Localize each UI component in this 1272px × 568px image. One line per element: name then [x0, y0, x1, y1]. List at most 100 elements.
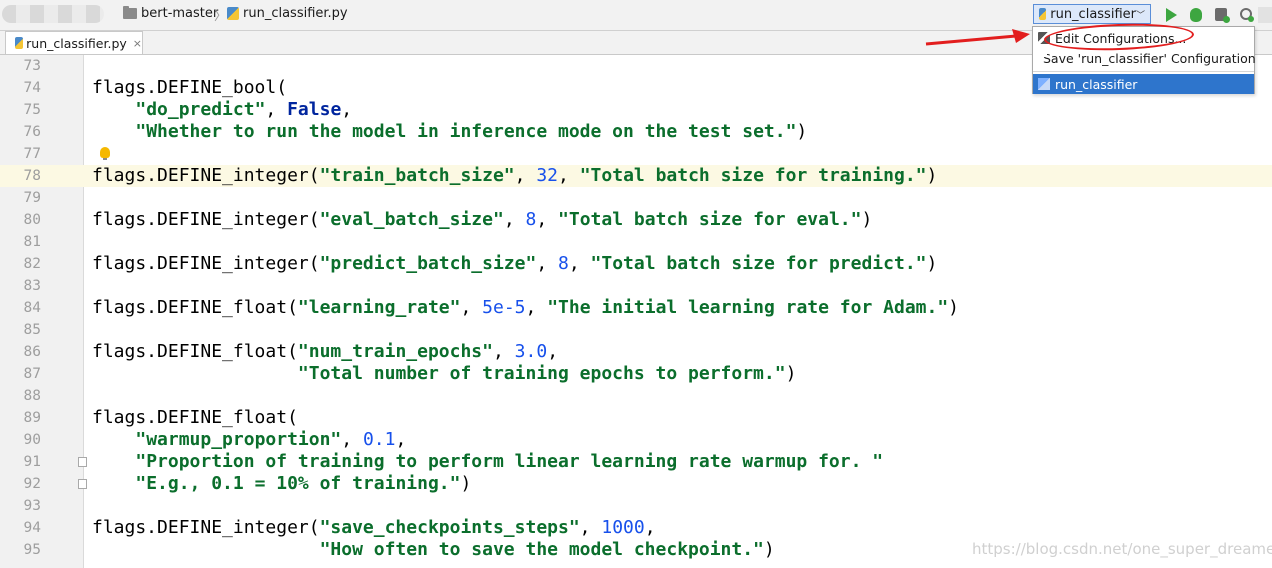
fold-marker-icon[interactable]	[78, 457, 87, 467]
code-token: ,	[265, 99, 288, 120]
code-token: )	[948, 297, 960, 318]
breadcrumb-project[interactable]: bert-master	[123, 6, 218, 21]
code-token: "E.g., 0.1 = 10% of training."	[135, 473, 461, 494]
code-token: ,	[536, 209, 559, 230]
line-number: 88	[23, 388, 41, 404]
lightbulb-icon[interactable]	[100, 147, 110, 160]
code-token: flags.DEFINE_float(	[92, 341, 298, 362]
line-number: 77	[23, 146, 41, 162]
dropdown-divider	[1033, 71, 1254, 72]
code-token: 8	[558, 253, 569, 274]
code-token: ,	[503, 209, 526, 230]
code-token: ,	[525, 297, 548, 318]
code-token: "Proportion of training to perform linea…	[135, 451, 884, 472]
close-icon[interactable]: ×	[133, 37, 142, 50]
code-line: flags.DEFINE_integer("eval_batch_size", …	[92, 209, 872, 231]
code-token: )	[763, 539, 775, 560]
line-number: 74	[23, 80, 41, 96]
code-line: flags.DEFINE_integer("predict_batch_size…	[92, 253, 937, 275]
line-number: 79	[23, 190, 41, 206]
code-token: "warmup_proportion"	[135, 429, 342, 450]
annotation-arrow	[925, 29, 1030, 46]
code-token: )	[926, 165, 938, 186]
code-line: "do_predict", False,	[92, 99, 352, 121]
code-token: ,	[341, 99, 353, 120]
code-token: ,	[492, 341, 515, 362]
code-token: "num_train_epochs"	[297, 341, 493, 362]
line-number: 75	[23, 102, 41, 118]
code-token: "save_checkpoints_steps"	[319, 517, 580, 538]
line-number: 87	[23, 366, 41, 382]
code-token: ,	[558, 165, 580, 186]
toolbar-overflow[interactable]	[1258, 7, 1272, 23]
code-token: ,	[514, 165, 537, 186]
debug-icon[interactable]	[1190, 8, 1202, 22]
breadcrumb-project-label: bert-master	[141, 6, 219, 21]
run-with-coverage-icon[interactable]	[1215, 8, 1230, 23]
code-line: "E.g., 0.1 = 10% of training.")	[92, 473, 471, 495]
line-number: 84	[23, 300, 41, 316]
code-token: ,	[547, 341, 559, 362]
profile-icon[interactable]	[1240, 8, 1254, 22]
tab-run-classifier[interactable]: run_classifier.py ×	[5, 31, 143, 54]
code-token: ,	[644, 517, 656, 538]
run-icon[interactable]	[1166, 8, 1177, 22]
code-token: ,	[395, 429, 407, 450]
save-configuration-label: Save 'run_classifier' Configuration	[1043, 50, 1256, 66]
line-number: 95	[23, 542, 41, 558]
code-token: "predict_batch_size"	[319, 253, 537, 274]
code-token: "Total number of training epochs to perf…	[297, 363, 786, 384]
code-token: flags.DEFINE_integer(	[92, 165, 320, 186]
code-line: flags.DEFINE_integer("train_batch_size",…	[92, 165, 937, 187]
code-token: False	[287, 99, 342, 120]
line-number: 92	[23, 476, 41, 492]
code-token: )	[785, 363, 797, 384]
code-token: ,	[568, 253, 591, 274]
save-configuration-item[interactable]: Save 'run_classifier' Configuration	[1033, 48, 1256, 68]
code-token: 5e-5	[482, 297, 526, 318]
code-token: "Total batch size for predict."	[590, 253, 927, 274]
python-config-icon	[1038, 78, 1050, 90]
fold-marker-icon[interactable]	[78, 479, 87, 489]
code-token: )	[796, 121, 808, 142]
code-token: flags.DEFINE_float(	[92, 407, 298, 428]
line-number: 78	[23, 168, 41, 184]
tab-label: run_classifier.py	[26, 35, 127, 51]
code-line: flags.DEFINE_integer("save_checkpoints_s…	[92, 517, 656, 539]
code-line: flags.DEFINE_float("num_train_epochs", 3…	[92, 341, 558, 363]
line-number: 80	[23, 212, 41, 228]
code-line: "Whether to run the model in inference m…	[92, 121, 807, 143]
code-token: "How often to save the model checkpoint.…	[319, 539, 764, 560]
code-token: flags.DEFINE_float(	[92, 297, 298, 318]
code-line: flags.DEFINE_bool(	[92, 77, 287, 99]
code-token: 0.1	[362, 429, 396, 450]
code-token: ,	[536, 253, 559, 274]
code-line: "How often to save the model checkpoint.…	[92, 539, 775, 561]
code-line: "Proportion of training to perform linea…	[92, 451, 883, 473]
code-token: ,	[579, 517, 602, 538]
line-number: 83	[23, 278, 41, 294]
blurred-path	[2, 5, 104, 23]
breadcrumb-file[interactable]: run_classifier.py	[227, 6, 348, 21]
code-token: "Total batch size for eval."	[558, 209, 862, 230]
code-token: ,	[341, 429, 363, 450]
code-token: "train_batch_size"	[319, 165, 515, 186]
code-token: flags.DEFINE_integer(	[92, 253, 320, 274]
line-number: 94	[23, 520, 41, 536]
code-token: "do_predict"	[135, 99, 266, 120]
run-classifier-config-item[interactable]: run_classifier	[1033, 74, 1254, 94]
run-configuration-selector[interactable]: run_classifier ﹀	[1033, 4, 1151, 24]
line-number: 82	[23, 256, 41, 272]
line-number: 73	[23, 58, 41, 74]
run-classifier-config-label: run_classifier	[1055, 76, 1138, 92]
line-number: 81	[23, 234, 41, 250]
code-token: 8	[525, 209, 537, 230]
line-number: 76	[23, 124, 41, 140]
chevron-down-icon: ﹀	[1135, 10, 1145, 21]
